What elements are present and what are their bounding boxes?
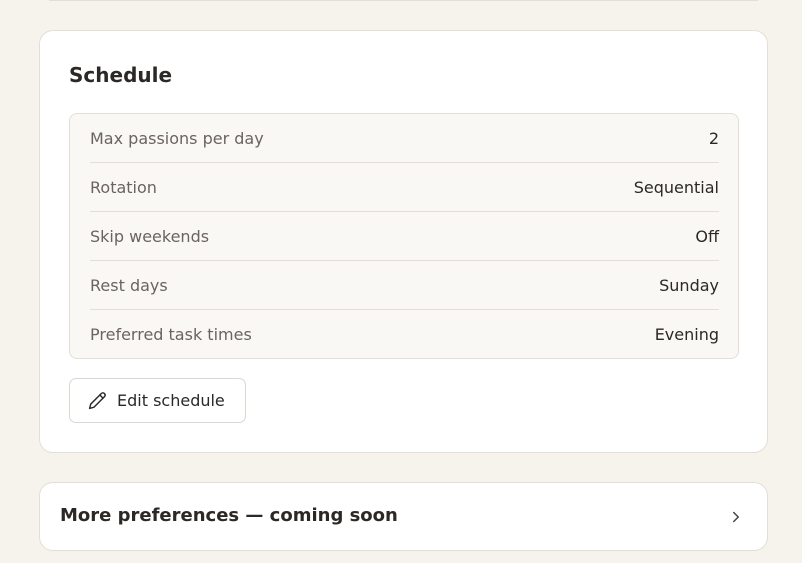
setting-value: Sunday [659, 275, 719, 295]
setting-value: Sequential [633, 177, 719, 197]
more-preferences-row[interactable]: More preferences — coming soon [39, 482, 768, 551]
schedule-title: Schedule [69, 63, 173, 87]
more-preferences-label: More preferences — coming soon [60, 505, 398, 526]
setting-value: Off [695, 226, 719, 246]
schedule-settings-table: Max passions per day 2 Rotation Sequenti… [69, 113, 739, 359]
setting-label: Rotation [90, 177, 157, 197]
setting-label: Max passions per day [90, 128, 264, 148]
setting-row-rotation: Rotation Sequential [90, 163, 719, 212]
chevron-right-icon [727, 508, 745, 530]
previous-card-edge [49, 0, 758, 1]
setting-row-max-passions: Max passions per day 2 [90, 114, 719, 163]
setting-row-preferred-task-times: Preferred task times Evening [90, 310, 719, 359]
setting-row-skip-weekends: Skip weekends Off [90, 212, 719, 261]
edit-schedule-label: Edit schedule [117, 391, 225, 410]
edit-schedule-button[interactable]: Edit schedule [69, 378, 246, 423]
setting-label: Preferred task times [90, 325, 252, 344]
setting-value: Evening [654, 325, 719, 344]
setting-row-rest-days: Rest days Sunday [90, 261, 719, 310]
pencil-icon [88, 391, 107, 410]
setting-label: Skip weekends [90, 226, 210, 246]
setting-value: 2 [708, 128, 719, 148]
schedule-card: Schedule Max passions per day 2 Rotation… [39, 30, 768, 453]
setting-label: Rest days [90, 275, 168, 295]
